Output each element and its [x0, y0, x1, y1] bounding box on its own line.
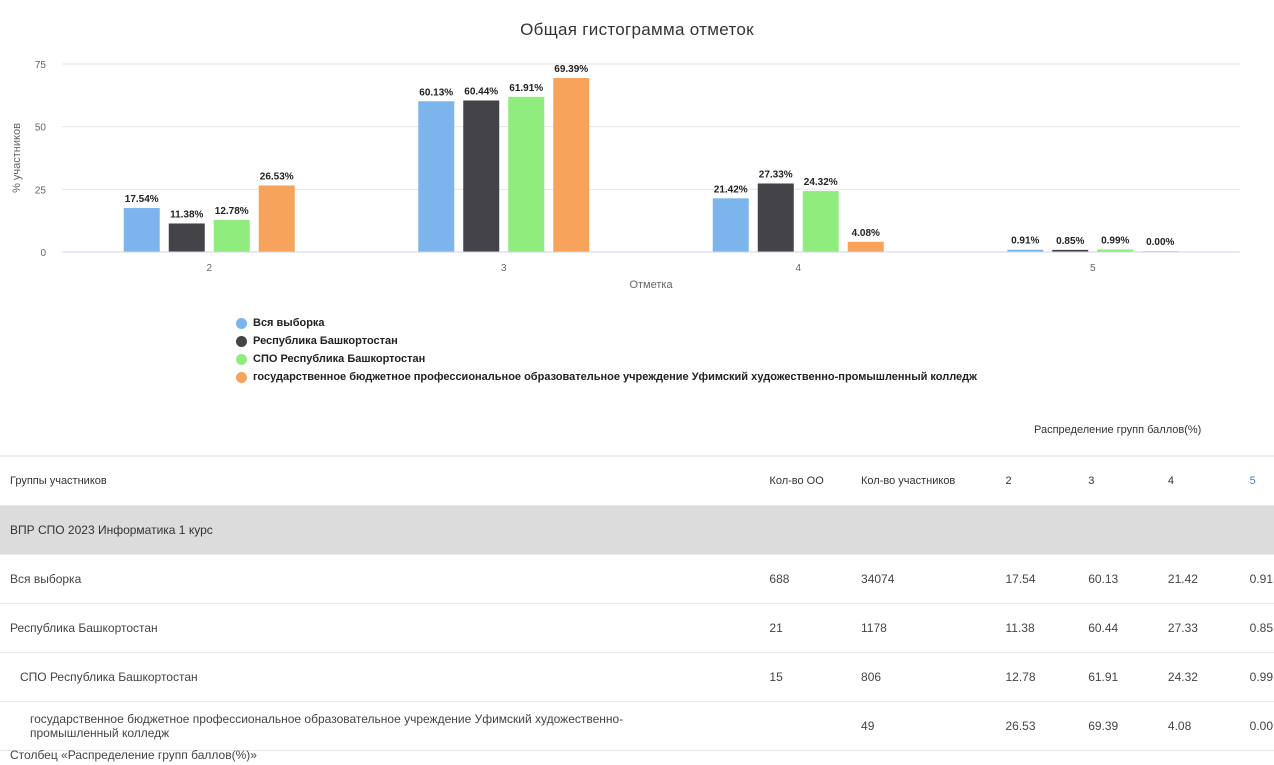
footer-note: Столбец «Распределение групп баллов(%)» — [10, 748, 257, 762]
row-g5: 0.91 — [1248, 554, 1274, 604]
row-g3: 60.44 — [1087, 603, 1167, 653]
legend-label: Вся выборка — [253, 317, 325, 329]
data-label: 61.91% — [509, 83, 543, 94]
col-grade-4[interactable]: 4 — [1166, 455, 1249, 506]
data-label: 69.39% — [554, 64, 588, 75]
row-g2: 12.78 — [1004, 652, 1088, 702]
table-row: СПО Республика Башкортостан 15 806 12.78… — [0, 652, 1274, 702]
y-tick-label: 75 — [35, 60, 47, 71]
bar — [757, 183, 794, 252]
row-oo: 15 — [768, 652, 861, 702]
row-name: Республика Башкортостан — [0, 603, 769, 653]
bar — [168, 223, 205, 252]
row-name-text: государственное бюджетное профессиональн… — [30, 712, 624, 740]
bar — [508, 96, 545, 253]
bar — [463, 100, 500, 252]
bar — [258, 185, 295, 252]
x-tick-label: 5 — [1090, 263, 1096, 274]
bar-chart: 0255075% участников17.54%11.38% 12.78%26.… — [11, 60, 1240, 291]
col-oo-count[interactable]: Кол-во ОО — [768, 455, 861, 506]
results-table: Группы участников Кол-во ОО Кол-во участ… — [0, 455, 1274, 751]
y-tick-label: 0 — [40, 248, 46, 259]
y-tick-label: 25 — [35, 185, 47, 196]
row-name: государственное бюджетное профессиональн… — [0, 701, 769, 751]
bar — [847, 241, 884, 252]
legend-item-region[interactable]: Республика Башкортостан — [236, 332, 977, 350]
row-oo: 21 — [768, 603, 861, 653]
distribution-header: Распределение групп баллов(%) — [1034, 424, 1202, 436]
group-title: ВПР СПО 2023 Информатика 1 курс — [0, 505, 1274, 555]
data-label: 24.32% — [804, 177, 838, 188]
row-g2: 17.54 — [1004, 554, 1088, 604]
legend-item-all[interactable]: Вся выборка — [236, 314, 977, 332]
row-name: СПО Республика Башкортостан — [0, 652, 769, 702]
col-grade-2[interactable]: 2 — [1004, 455, 1088, 506]
x-tick-label: 3 — [501, 263, 507, 274]
row-oo: 688 — [768, 554, 861, 604]
bar — [123, 208, 160, 252]
data-label: 26.53% — [260, 171, 294, 182]
bar — [418, 101, 455, 252]
chart-legend: Вся выборка Республика Башкортостан СПО … — [236, 314, 977, 386]
data-label: 4.08% — [852, 228, 880, 239]
row-participants: 49 — [860, 701, 1005, 751]
table-row: государственное бюджетное профессиональн… — [0, 701, 1274, 751]
col-grade-3[interactable]: 3 — [1087, 455, 1167, 506]
legend-marker — [236, 335, 247, 347]
y-axis-label: % участников — [11, 123, 23, 193]
legend-item-college[interactable]: государственное бюджетное профессиональн… — [236, 368, 977, 386]
bar — [802, 191, 839, 252]
legend-item-spo[interactable]: СПО Республика Башкортостан — [236, 350, 977, 368]
row-g4: 4.08 — [1166, 701, 1249, 751]
legend-marker — [236, 353, 247, 365]
data-label: 11.38% — [170, 209, 203, 220]
x-tick-label: 2 — [206, 263, 212, 274]
row-g4: 27.33 — [1166, 603, 1249, 653]
col-groups[interactable]: Группы участников — [0, 455, 769, 506]
data-label: 17.54% — [125, 194, 159, 205]
row-participants: 806 — [860, 652, 1005, 702]
data-label: 0.85% — [1056, 236, 1084, 247]
bar — [553, 78, 590, 252]
legend-label: СПО Республика Башкортостан — [253, 353, 426, 365]
data-label: 0.91% — [1011, 236, 1039, 247]
data-label: 60.44% — [464, 86, 498, 97]
row-name: Вся выборка — [0, 554, 769, 604]
row-g3: 60.13 — [1087, 554, 1167, 604]
col-grade-5[interactable]: 5 — [1248, 455, 1274, 506]
y-tick-label: 50 — [35, 123, 47, 134]
row-g4: 24.32 — [1166, 652, 1249, 702]
row-g4: 21.42 — [1166, 554, 1249, 604]
x-tick-label: 4 — [795, 263, 801, 274]
legend-marker — [236, 371, 247, 383]
row-g5: 0.85 — [1248, 603, 1274, 653]
row-g5: 0.99 — [1248, 652, 1274, 702]
data-label: 0.99% — [1101, 236, 1129, 247]
row-g5: 0.00 — [1248, 701, 1274, 751]
row-g3: 61.91 — [1087, 652, 1167, 702]
data-label: 60.13% — [419, 87, 453, 98]
group-row: ВПР СПО 2023 Информатика 1 курс — [0, 505, 1274, 555]
legend-label: государственное бюджетное профессиональн… — [253, 371, 977, 383]
data-label: 0.00% — [1146, 237, 1174, 248]
row-participants: 1178 — [860, 603, 1005, 653]
row-g3: 69.39 — [1087, 701, 1167, 751]
row-oo — [768, 701, 861, 751]
x-axis-label: Отметка — [629, 279, 673, 291]
bar — [213, 219, 250, 252]
row-participants: 34074 — [860, 554, 1005, 604]
legend-label: Республика Башкортостан — [253, 335, 398, 347]
table-header-row: Группы участников Кол-во ОО Кол-во участ… — [0, 455, 1274, 506]
row-g2: 26.53 — [1004, 701, 1088, 751]
table-row: Вся выборка 688 34074 17.54 60.13 21.42 … — [0, 554, 1274, 604]
row-g2: 11.38 — [1004, 603, 1088, 653]
table-row: Республика Башкортостан 21 1178 11.38 60… — [0, 603, 1274, 653]
data-label: 21.42% — [714, 184, 748, 195]
legend-marker — [236, 317, 247, 329]
col-participants[interactable]: Кол-во участников — [860, 455, 1005, 506]
bar — [712, 198, 749, 252]
data-label: 12.78% — [215, 206, 249, 217]
data-label: 27.33% — [759, 169, 793, 180]
